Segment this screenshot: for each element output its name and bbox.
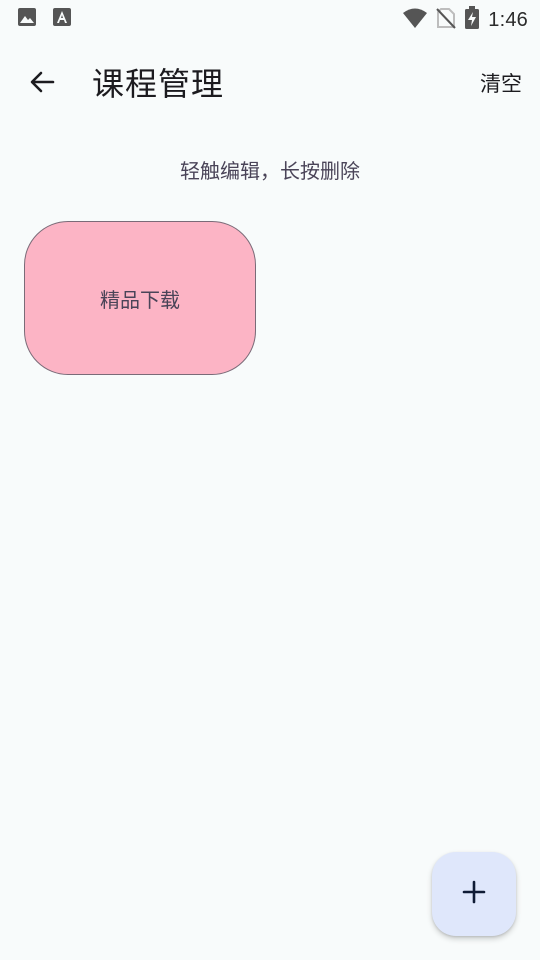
arrow-back-icon: [28, 68, 56, 100]
add-course-button[interactable]: [432, 852, 516, 936]
no-sim-icon: [436, 7, 456, 33]
status-left-icons: [17, 7, 71, 31]
course-card[interactable]: 精品下载: [24, 221, 256, 375]
screen: 1:46 课程管理 清空 轻触编辑，长按删除 精品下载: [0, 0, 540, 960]
back-button[interactable]: [22, 64, 62, 104]
hint-text: 轻触编辑，长按删除: [180, 159, 360, 183]
status-right-icons: 1:46: [402, 6, 528, 34]
plus-icon: [461, 879, 487, 909]
page-title: 课程管理: [92, 65, 225, 103]
clear-button[interactable]: 清空: [480, 68, 522, 100]
wifi-icon: [402, 7, 428, 33]
font-a-icon: [53, 7, 71, 31]
battery-charging-icon: [464, 6, 480, 34]
course-card-label: 精品下载: [100, 287, 180, 312]
image-icon: [17, 7, 37, 31]
app-bar: 课程管理 清空: [0, 48, 540, 120]
status-bar: 1:46: [0, 0, 540, 36]
status-time: 1:46: [488, 8, 528, 31]
